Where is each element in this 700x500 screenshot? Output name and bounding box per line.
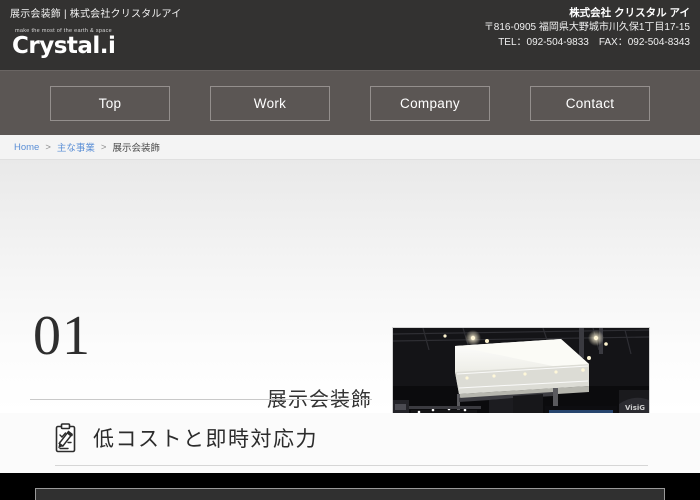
nav-item-top[interactable]: Top bbox=[50, 85, 170, 121]
feature-section: 低コストと即時対応力 bbox=[0, 413, 700, 473]
browser-page-title: 展示会装飾 | 株式会社クリスタルアイ bbox=[10, 9, 182, 20]
site-header: 展示会装飾 | 株式会社クリスタルアイ make the most of the… bbox=[0, 0, 700, 70]
breadcrumb-current: 展示会装飾 bbox=[112, 143, 160, 154]
service-panel: 展示会装飾 業界歴30年に及ぶ実績と豊富な提案力＋即時対応力 bbox=[35, 488, 665, 500]
breadcrumb-separator: > bbox=[45, 141, 51, 153]
dark-content-section: 展示会装飾 業界歴30年に及ぶ実績と豊富な提案力＋即時対応力 bbox=[0, 473, 700, 500]
breadcrumb: Home > 主な事業 > 展示会装飾 bbox=[0, 135, 700, 160]
company-info: 株式会社 クリスタル アイ 〒816-0905 福岡県大野城市川久保1丁目17-… bbox=[484, 6, 690, 50]
site-logo[interactable]: make the most of the earth & space Cryst… bbox=[12, 28, 116, 59]
feature-divider bbox=[55, 465, 648, 466]
main-navigation: Top Work Company Contact bbox=[0, 70, 700, 135]
logo-wordmark: Crystal.i bbox=[12, 33, 116, 59]
hero-divider bbox=[30, 399, 372, 400]
company-address: 〒816-0905 福岡県大野城市川久保1丁目17-15 bbox=[483, 22, 690, 34]
feature-heading-row: 低コストと即時対応力 bbox=[55, 423, 318, 453]
nav-item-company[interactable]: Company bbox=[370, 85, 490, 121]
page-title: 展示会装飾 bbox=[267, 389, 372, 411]
nav-item-contact[interactable]: Contact bbox=[530, 85, 650, 121]
company-name: 株式会社 クリスタル アイ bbox=[569, 7, 690, 19]
clipboard-pencil-icon bbox=[55, 423, 76, 453]
hero-number: 01 bbox=[33, 305, 91, 367]
company-contact: TEL：092-504-9833 FAX：092-504-8343 bbox=[498, 36, 690, 48]
svg-text:VisiG: VisiG bbox=[625, 404, 645, 412]
breadcrumb-separator: > bbox=[100, 141, 107, 153]
hero-section: 01 展示会装飾 Exihibition bbox=[0, 160, 700, 448]
breadcrumb-home[interactable]: Home bbox=[14, 142, 39, 153]
breadcrumb-parent[interactable]: 主な事業 bbox=[57, 140, 95, 154]
nav-item-work[interactable]: Work bbox=[210, 85, 330, 121]
feature-heading: 低コストと即時対応力 bbox=[93, 428, 318, 451]
